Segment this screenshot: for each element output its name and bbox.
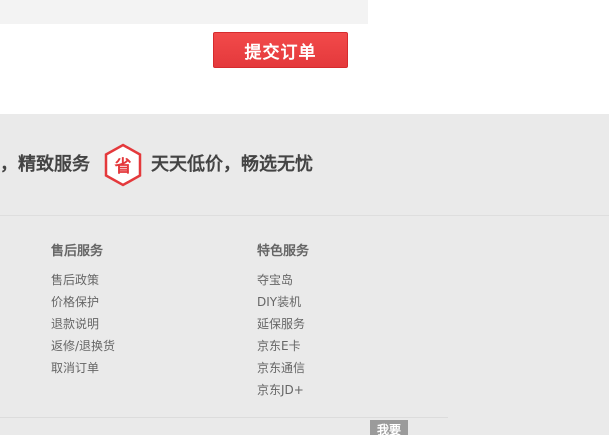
link-cancel-order[interactable]: 取消订单 xyxy=(51,357,115,379)
site-footer: ，精致服务 省 天天低价，畅选无忧 售后服务 售后政策 价格保护 退款说明 返修… xyxy=(0,114,609,435)
service-slogan-bar: ，精致服务 省 天天低价，畅选无忧 xyxy=(0,114,609,216)
order-summary-bar xyxy=(0,0,368,24)
link-repair-return[interactable]: 返修/退换货 xyxy=(51,335,115,357)
link-extended-warranty[interactable]: 延保服务 xyxy=(257,313,305,335)
saving-badge-char: 省 xyxy=(114,156,132,177)
slogan-quality-service: ，精致服务 xyxy=(0,154,90,175)
footer-divider xyxy=(0,417,448,418)
special-services-links: 夺宝岛 DIY装机 延保服务 京东E卡 京东通信 京东JD+ xyxy=(257,269,305,401)
link-jd-e-card[interactable]: 京东E卡 xyxy=(257,335,305,357)
link-refund-info[interactable]: 退款说明 xyxy=(51,313,115,335)
after-sales-links: 售后政策 价格保护 退款说明 返修/退换货 取消订单 xyxy=(51,269,115,379)
submit-order-button[interactable]: 提交订单 xyxy=(213,32,348,68)
link-diy-build[interactable]: DIY装机 xyxy=(257,291,305,313)
order-page: 提交订单 ，精致服务 省 天天低价，畅选无忧 售后服务 售后政策 价格保护 退款… xyxy=(0,0,609,435)
after-sales-title: 售后服务 xyxy=(51,244,104,259)
saving-hexagon-icon: 省 xyxy=(104,143,142,187)
slogan-low-price: 天天低价，畅选无忧 xyxy=(151,154,313,175)
link-jd-telecom[interactable]: 京东通信 xyxy=(257,357,305,379)
link-treasure-island[interactable]: 夺宝岛 xyxy=(257,269,305,291)
special-services-title: 特色服务 xyxy=(257,244,310,259)
feedback-tab[interactable]: 我要 xyxy=(370,420,408,435)
link-after-sales-policy[interactable]: 售后政策 xyxy=(51,269,115,291)
link-jd-plus[interactable]: 京东JD+ xyxy=(257,379,305,401)
link-price-protection[interactable]: 价格保护 xyxy=(51,291,115,313)
